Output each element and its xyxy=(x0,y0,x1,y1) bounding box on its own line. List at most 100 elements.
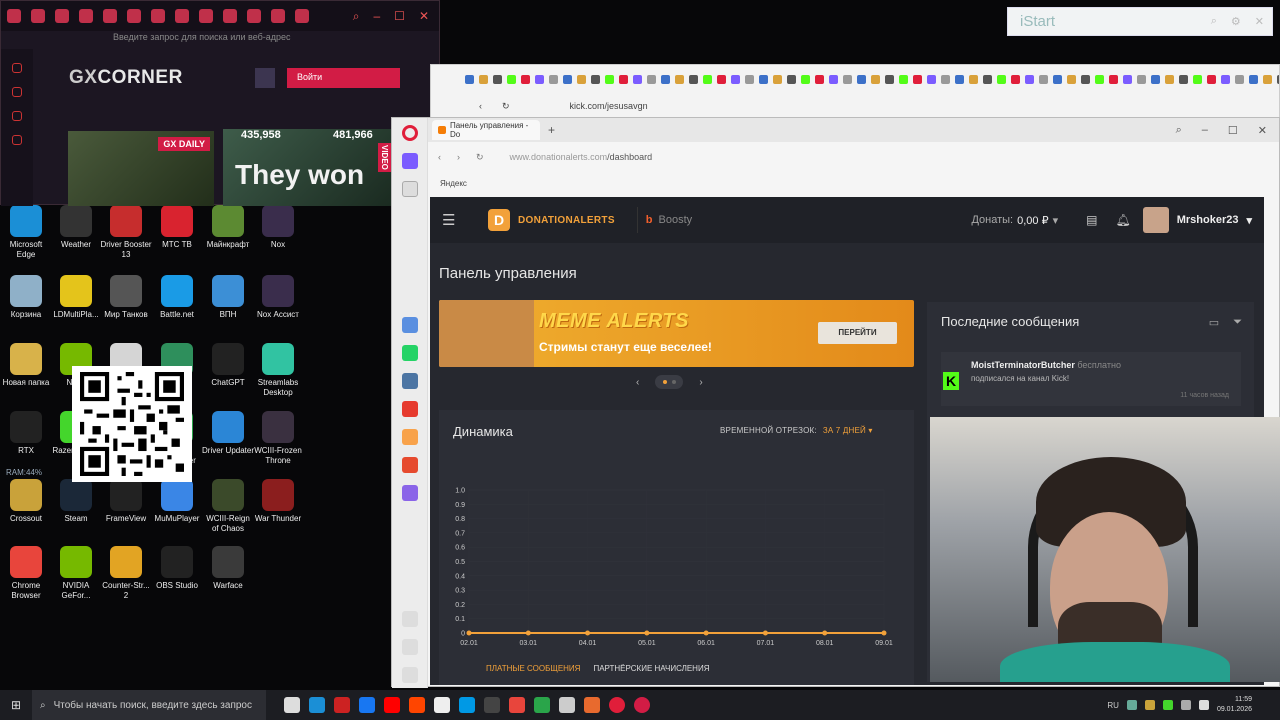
cast-icon[interactable]: ▭ xyxy=(1209,316,1219,329)
star-icon[interactable] xyxy=(401,181,418,197)
desktop-icon[interactable]: Chrome Browser xyxy=(0,546,52,601)
kick-tab[interactable] xyxy=(913,74,922,84)
kick-tab[interactable] xyxy=(843,74,852,84)
close-icon[interactable]: ✕ xyxy=(1255,15,1264,28)
chevron-left-icon[interactable]: ‹ xyxy=(636,377,639,388)
legend-paid-messages[interactable]: ПЛАТНЫЕ СООБЩЕНИЯ xyxy=(486,664,580,673)
desktop-icon[interactable]: Новая папка xyxy=(0,343,52,388)
app-icon[interactable] xyxy=(401,429,418,445)
kick-tab[interactable] xyxy=(717,74,726,84)
opera-gx-icon[interactable] xyxy=(634,697,650,713)
bookmark-yandex[interactable]: Яндекс xyxy=(440,179,467,188)
kick-tab[interactable] xyxy=(647,74,656,84)
desktop-icon[interactable]: Майнкрафт xyxy=(202,205,254,250)
period-selector[interactable]: ВРЕМЕННОЙ ОТРЕЗОК: ЗА 7 ДНЕЙ ▾ xyxy=(720,426,873,435)
desktop-icon[interactable]: FrameView xyxy=(100,479,152,524)
balance-dropdown[interactable]: Донаты: 0,00 ₽ ▾ xyxy=(971,214,1058,227)
gx-tab[interactable] xyxy=(151,9,165,23)
legend-partner-earnings[interactable]: ПАРТНЁРСКИЕ НАЧИСЛЕНИЯ xyxy=(593,664,709,673)
facebook-icon[interactable] xyxy=(359,697,375,713)
data-point[interactable] xyxy=(466,630,472,636)
desktop-icon[interactable]: Battle.net xyxy=(151,275,203,320)
reddit-icon[interactable] xyxy=(409,697,425,713)
kick-tab[interactable] xyxy=(465,74,474,84)
da-logo[interactable]: D DONATIONALERTS xyxy=(488,209,615,231)
history-icon[interactable] xyxy=(12,135,22,145)
close-icon[interactable]: ✕ xyxy=(1258,124,1267,137)
menu-icon[interactable]: ☰ xyxy=(442,211,466,229)
aria-icon[interactable] xyxy=(401,153,418,169)
app-icon[interactable] xyxy=(334,697,350,713)
kick-tab[interactable] xyxy=(675,74,684,84)
data-point[interactable] xyxy=(822,630,828,636)
desktop-icon[interactable]: Microsoft Edge xyxy=(0,205,52,260)
reload-icon[interactable]: ↻ xyxy=(476,152,484,163)
gx-daily-card[interactable]: GX DAILY xyxy=(68,131,214,206)
app-icon[interactable] xyxy=(401,457,418,473)
kick-tab[interactable] xyxy=(577,74,586,84)
kick-tab[interactable] xyxy=(731,74,740,84)
kick-tab[interactable] xyxy=(619,74,628,84)
vk-icon[interactable] xyxy=(401,373,418,389)
desktop-icon[interactable]: NVIDIA GeFor... xyxy=(50,546,102,601)
kick-tab[interactable] xyxy=(1165,74,1174,84)
reload-icon[interactable]: ↻ xyxy=(502,101,510,112)
kick-tab[interactable] xyxy=(1221,74,1230,84)
kick-tab[interactable] xyxy=(1137,74,1146,84)
gx-video-card[interactable]: 435,958 481,966 They won VIDEO xyxy=(223,129,393,206)
desktop-icon[interactable]: Nox Ассист xyxy=(252,275,304,320)
desktop-icon[interactable]: Steam xyxy=(50,479,102,524)
istart-widget[interactable]: iStart ⌕ ⚙ ✕ xyxy=(1007,7,1273,36)
desktop-icon[interactable]: Crossout xyxy=(0,479,52,524)
desktop-icon[interactable]: OBS Studio xyxy=(151,546,203,591)
kick-tab[interactable] xyxy=(969,74,978,84)
minimize-icon[interactable]: – xyxy=(373,9,380,24)
home-icon[interactable] xyxy=(12,63,22,73)
tab-donationalerts[interactable]: Панель управления - Do xyxy=(432,120,540,140)
desktop-icon[interactable]: ChatGPT xyxy=(202,343,254,388)
language-indicator[interactable]: RU xyxy=(1107,701,1119,710)
message-item[interactable]: K MoistTerminatorButcher бесплатно подпи… xyxy=(941,352,1241,406)
gx-tab[interactable] xyxy=(175,9,189,23)
kick-tab[interactable] xyxy=(1249,74,1258,84)
kick-tab[interactable] xyxy=(1123,74,1132,84)
kick-tab[interactable] xyxy=(1095,74,1104,84)
app-icon[interactable] xyxy=(584,697,600,713)
data-point[interactable] xyxy=(881,630,887,636)
login-button[interactable]: Войти xyxy=(287,68,400,88)
kick-tab[interactable] xyxy=(815,74,824,84)
kick-tab[interactable] xyxy=(857,74,866,84)
gx-tab[interactable] xyxy=(55,9,69,23)
meme-alerts-banner[interactable]: MEME ALERTS Стримы станут еще веселее! П… xyxy=(439,300,914,367)
gx-tab[interactable] xyxy=(103,9,117,23)
close-icon[interactable]: ✕ xyxy=(419,9,429,24)
back-icon[interactable]: ‹ xyxy=(438,152,441,162)
kick-tab[interactable] xyxy=(899,74,908,84)
desktop-icon[interactable]: ВПН xyxy=(202,275,254,320)
kick-tab[interactable] xyxy=(493,74,502,84)
kick-tab[interactable] xyxy=(1277,74,1279,84)
bell-icon[interactable]: 🔔︎ xyxy=(1115,213,1130,227)
kick-tab[interactable] xyxy=(927,74,936,84)
tray-icon[interactable] xyxy=(1180,700,1191,710)
history-icon[interactable] xyxy=(401,639,418,655)
search-icon[interactable]: ⌕ xyxy=(353,9,360,24)
desktop-icon[interactable]: Warface xyxy=(202,546,254,591)
kick-tab[interactable] xyxy=(745,74,754,84)
user-menu[interactable]: Mrshoker23 ▾ xyxy=(1142,207,1252,233)
kick-tab[interactable] xyxy=(1109,74,1118,84)
data-point[interactable] xyxy=(644,630,650,636)
opera-logo-icon[interactable] xyxy=(401,125,418,141)
app-icon[interactable] xyxy=(559,697,575,713)
kick-tab[interactable] xyxy=(1011,74,1020,84)
data-point[interactable] xyxy=(525,630,531,636)
kick-tab[interactable] xyxy=(997,74,1006,84)
kick-tab[interactable] xyxy=(535,74,544,84)
kick-tab[interactable] xyxy=(983,74,992,84)
desktop-icon[interactable]: Counter-Str... 2 xyxy=(100,546,152,601)
desktop-icon[interactable]: MuMuPlayer xyxy=(151,479,203,524)
back-icon[interactable]: ‹ xyxy=(479,101,482,111)
kick-tab[interactable] xyxy=(787,74,796,84)
search-icon[interactable]: ⌕ xyxy=(1176,124,1182,137)
kick-tab[interactable] xyxy=(885,74,894,84)
